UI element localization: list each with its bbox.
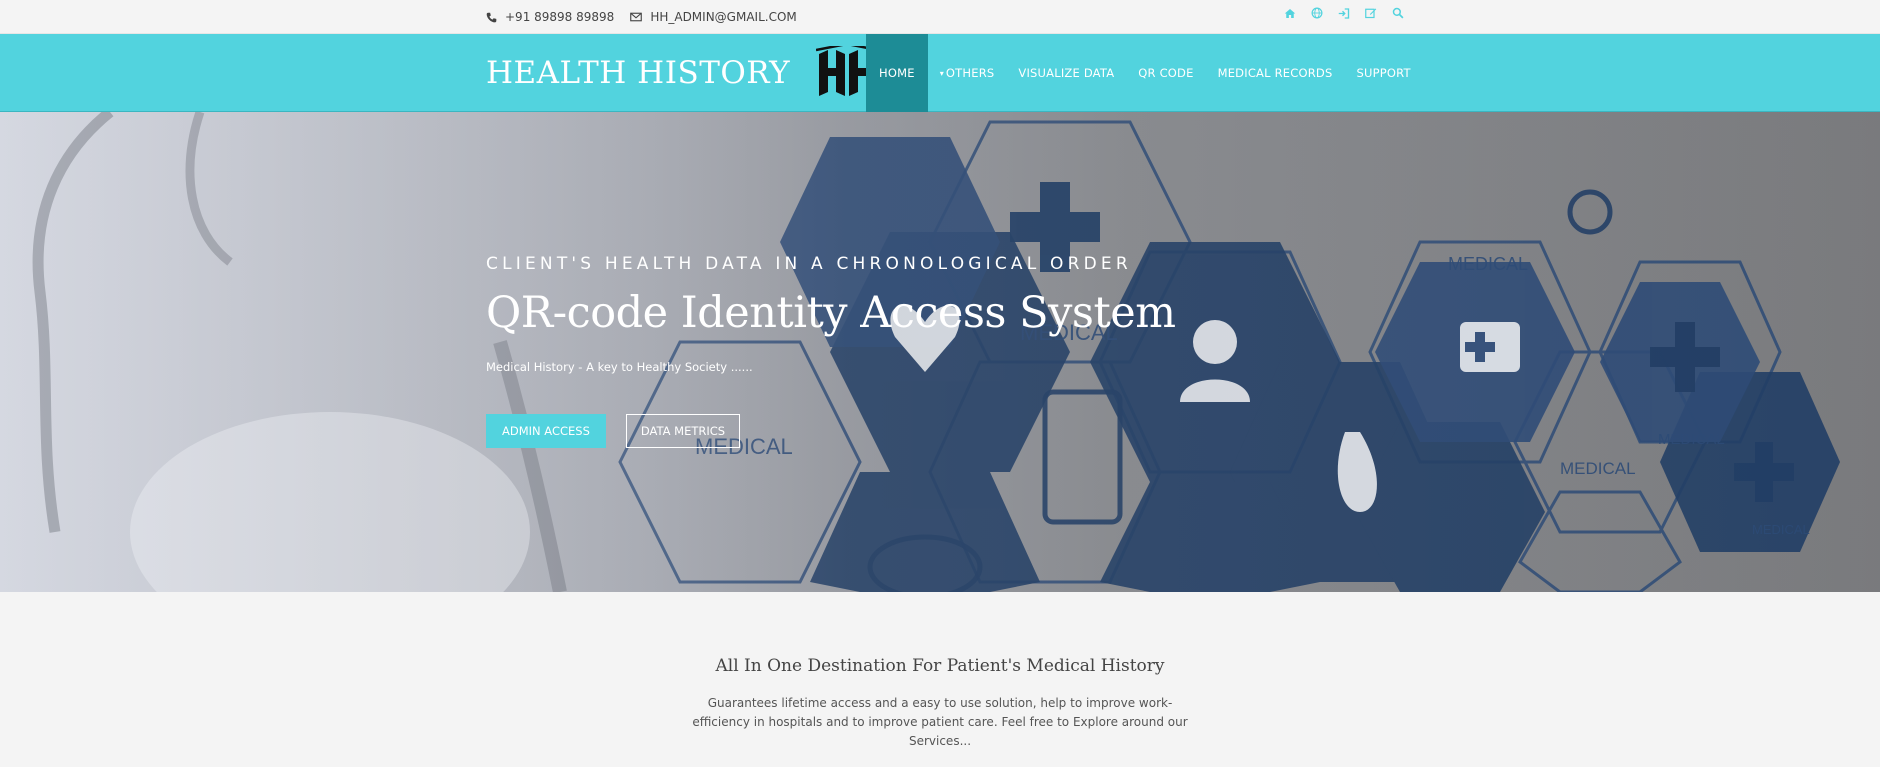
brand-name: HEALTH HISTORY bbox=[486, 55, 791, 91]
phone-contact: +91 89898 89898 bbox=[486, 10, 614, 24]
nav-support-label: SUPPORT bbox=[1356, 66, 1411, 80]
intro-title: All In One Destination For Patient's Med… bbox=[715, 656, 1165, 676]
nav-records-label: MEDICAL RECORDS bbox=[1217, 66, 1333, 80]
hero-banner: MEDICAL MEDICAL MEDICAL MEDICAL MEDICAL … bbox=[0, 112, 1880, 592]
login-icon[interactable] bbox=[1330, 7, 1357, 19]
hero-content: CLIENT'S HEALTH DATA IN A CHRONOLOGICAL … bbox=[486, 254, 1176, 448]
phone-icon bbox=[486, 12, 497, 22]
hero-buttons: ADMIN ACCESS DATA METRICS bbox=[486, 414, 1175, 448]
phone-number: +91 89898 89898 bbox=[505, 10, 615, 24]
caret-down-icon: ▾ bbox=[939, 68, 944, 78]
brand[interactable]: HEALTH HISTORY bbox=[486, 34, 879, 112]
email-contact: HH_ADMIN@GMAIL.COM bbox=[630, 10, 797, 24]
data-metrics-button[interactable]: DATA METRICS bbox=[625, 414, 741, 448]
intro-section: All In One Destination For Patient's Med… bbox=[0, 592, 1880, 767]
nav-medical-records[interactable]: MEDICAL RECORDS bbox=[1206, 34, 1345, 112]
nav-qr-code[interactable]: QR CODE bbox=[1126, 34, 1205, 112]
edit-icon[interactable] bbox=[1357, 7, 1384, 19]
top-bar: +91 89898 89898 HH_ADMIN@GMAIL.COM bbox=[0, 0, 1880, 34]
nav-menu: HOME ▾ OTHERS VISUALIZE DATA QR CODE MEDI… bbox=[866, 34, 1423, 112]
globe-icon[interactable] bbox=[1303, 7, 1330, 19]
contact-info: +91 89898 89898 HH_ADMIN@GMAIL.COM bbox=[486, 0, 813, 34]
nav-others-label: OTHERS bbox=[945, 66, 995, 80]
main-navbar: HEALTH HISTORY HOME ▾ OTHERS VISUALIZE DA… bbox=[0, 34, 1880, 112]
nav-support[interactable]: SUPPORT bbox=[1344, 34, 1422, 112]
nav-qr-label: QR CODE bbox=[1138, 66, 1194, 80]
search-icon[interactable] bbox=[1384, 7, 1411, 19]
admin-access-button[interactable]: ADMIN ACCESS bbox=[486, 414, 606, 448]
nav-others[interactable]: ▾ OTHERS bbox=[928, 34, 1007, 112]
hero-subtext: Medical History - A key to Healthy Socie… bbox=[486, 360, 753, 374]
nav-home-label: HOME bbox=[879, 66, 915, 80]
nav-home[interactable]: HOME bbox=[866, 34, 928, 112]
email-address: HH_ADMIN@GMAIL.COM bbox=[650, 10, 797, 24]
top-icons bbox=[1276, 0, 1411, 26]
hero-headline: QR-code Identity Access System bbox=[486, 288, 1176, 338]
hero-kicker: CLIENT'S HEALTH DATA IN A CHRONOLOGICAL … bbox=[486, 254, 1132, 274]
envelope-icon bbox=[630, 12, 643, 22]
intro-description: Guarantees lifetime access and a easy to… bbox=[692, 696, 1188, 748]
nav-visualize-label: VISUALIZE DATA bbox=[1018, 66, 1115, 80]
home-icon[interactable] bbox=[1276, 8, 1303, 19]
nav-visualize-data[interactable]: VISUALIZE DATA bbox=[1006, 34, 1126, 112]
